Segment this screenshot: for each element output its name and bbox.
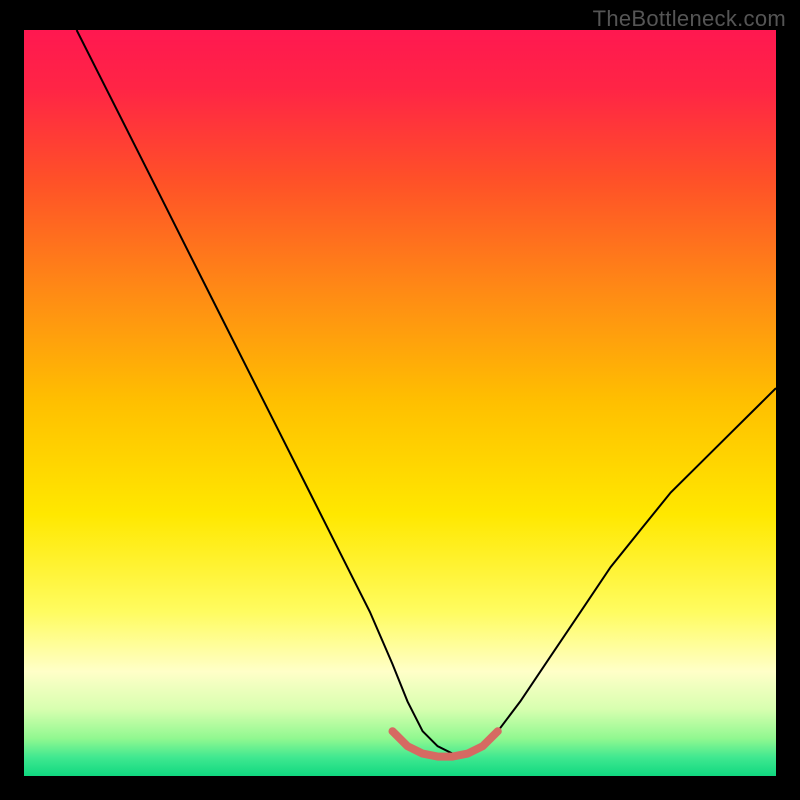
chart-area xyxy=(24,30,776,776)
chart-frame xyxy=(24,30,776,776)
optimal-range-marker xyxy=(393,731,498,756)
bottleneck-curve-line xyxy=(77,30,776,754)
watermark-text: TheBottleneck.com xyxy=(593,6,786,32)
chart-lines xyxy=(24,30,776,776)
